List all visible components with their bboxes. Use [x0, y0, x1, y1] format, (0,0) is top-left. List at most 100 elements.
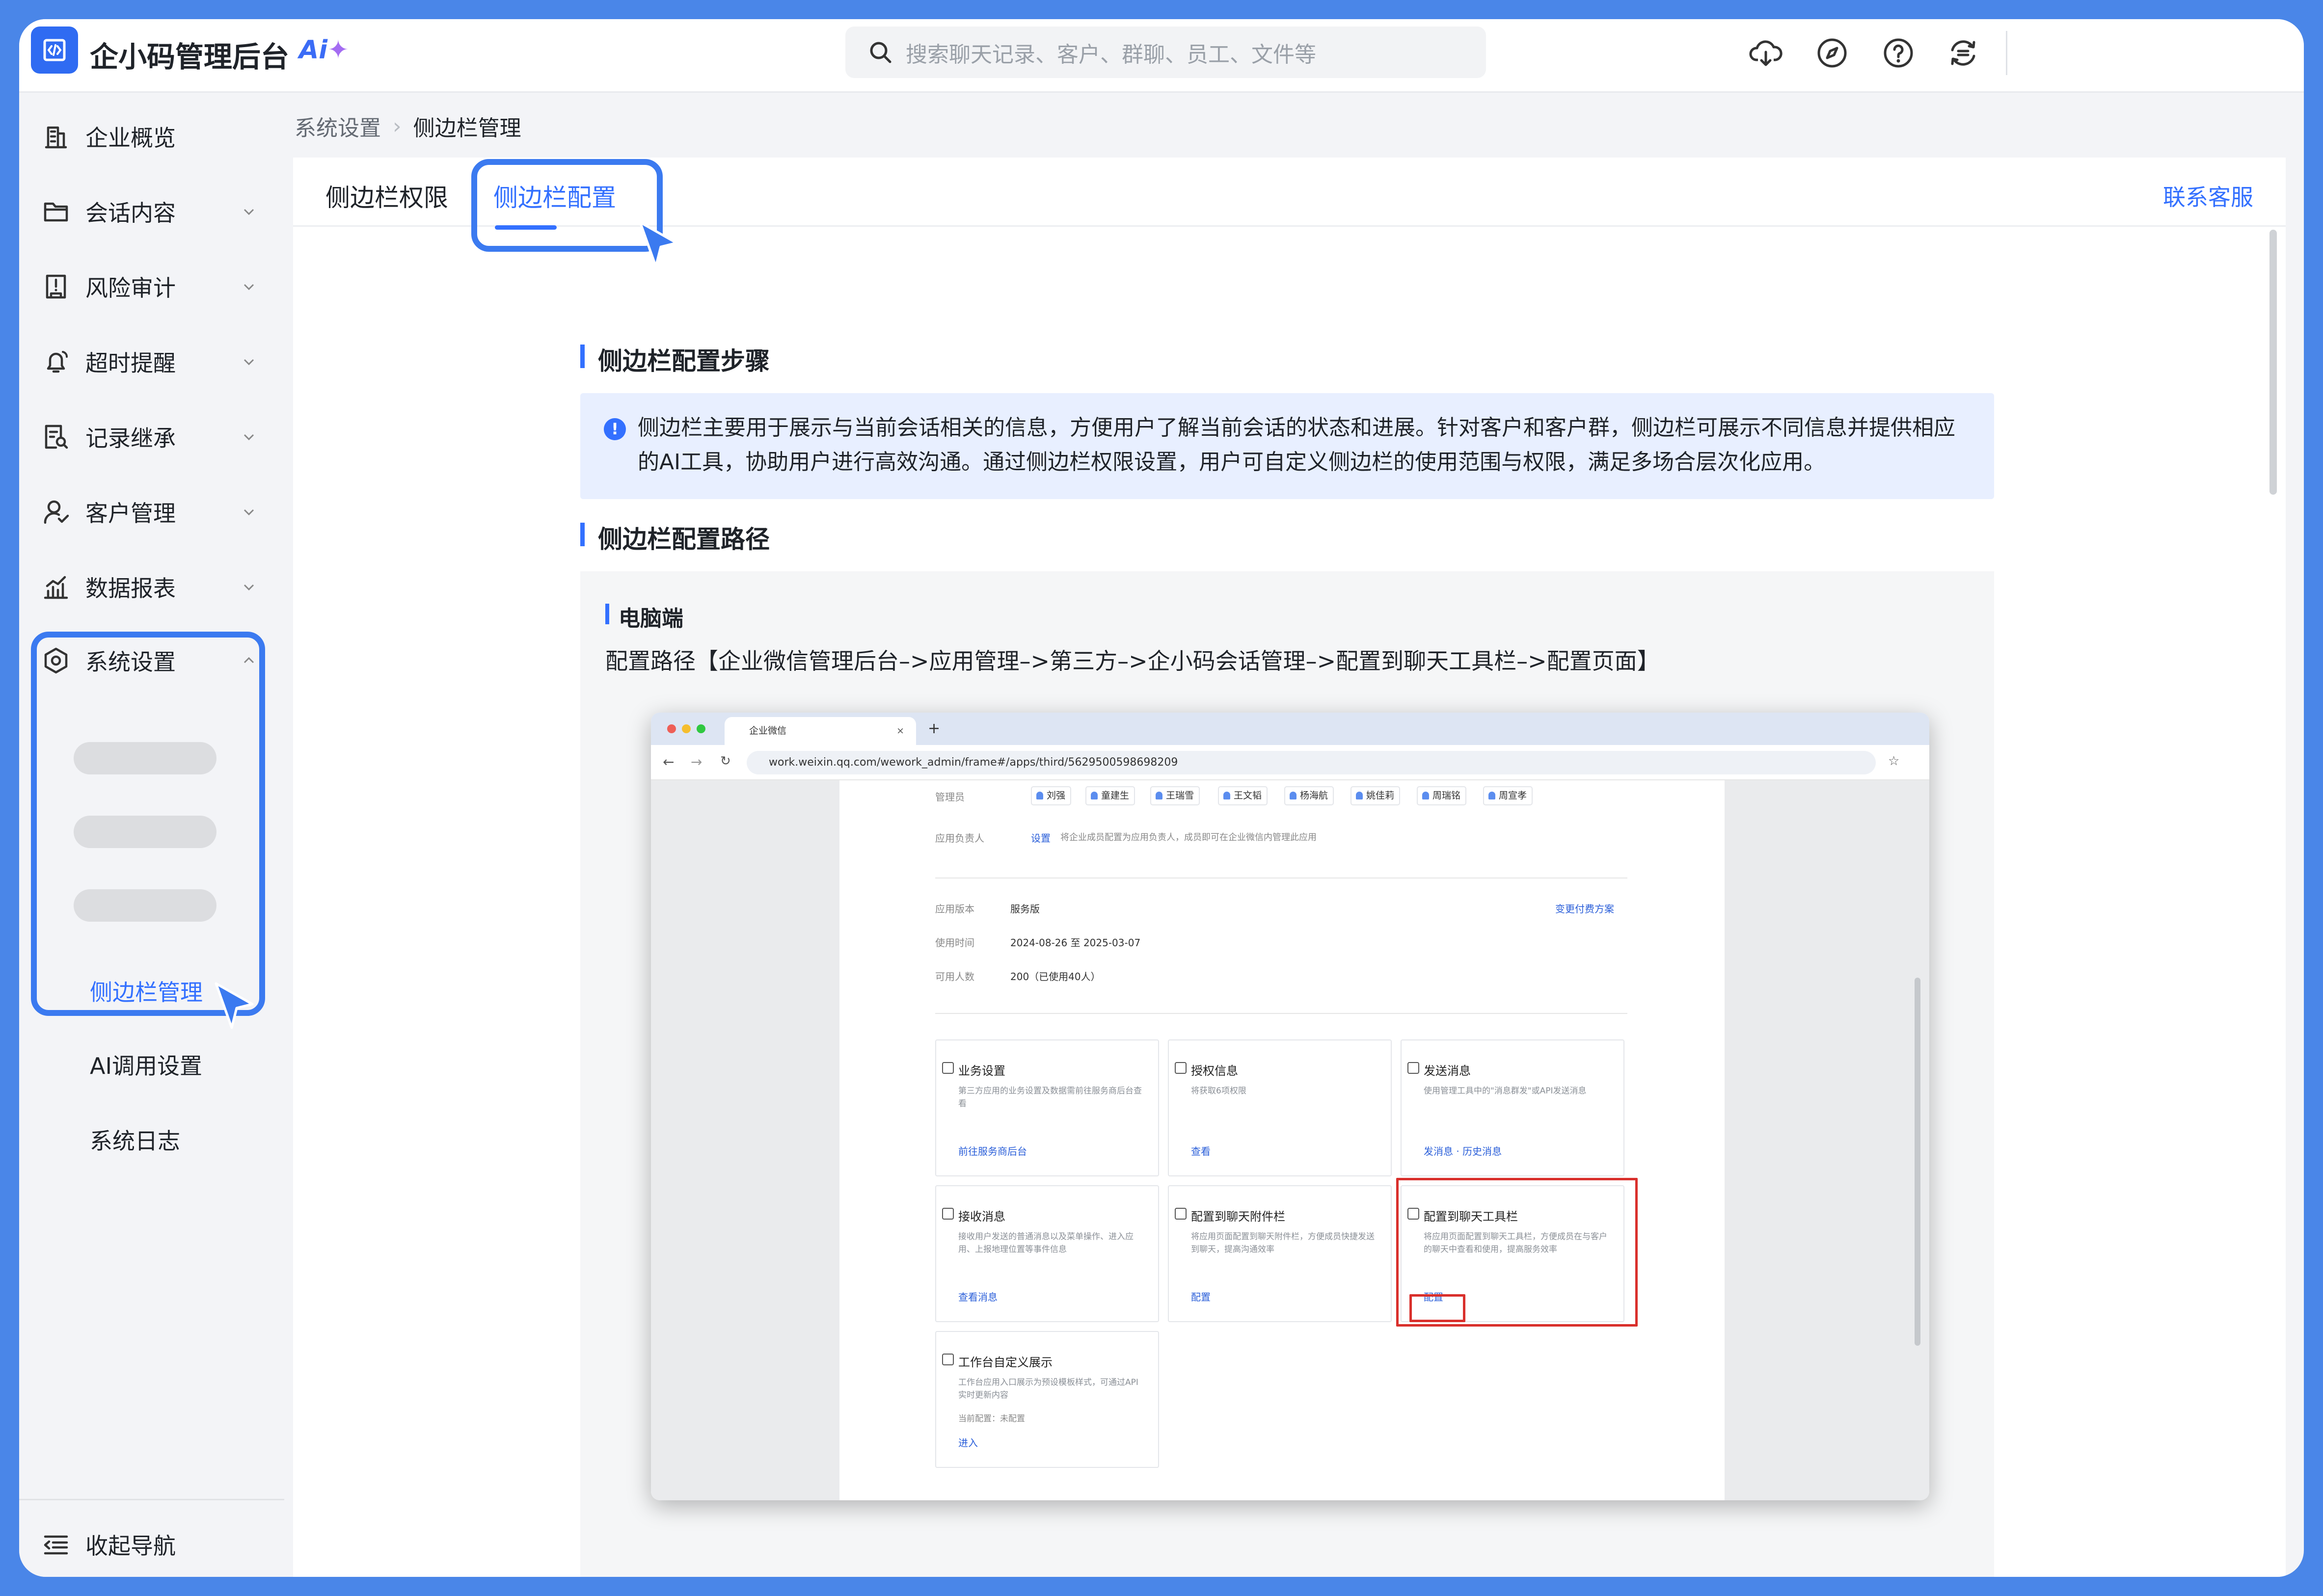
app-title: 企小码管理后台 [90, 40, 290, 74]
collapse-icon [44, 1535, 68, 1555]
card-title: 工作台自定义展示 [958, 1356, 1053, 1369]
version-label: 应用版本 [935, 903, 974, 915]
main-panel: 侧边栏权限 侧边栏配置 联系客服 侧边栏配置步骤 ! 侧边栏主要用于展示与当前会… [293, 158, 2286, 1577]
breadcrumb-separator-icon: › [393, 113, 402, 139]
auth-icon [1175, 1062, 1187, 1074]
screenshot-content: 管理员 刘强 童建生 王瑞雪 王文韬 杨海航 姚佳莉 周瑞铭 周宣孝 应用负责人… [839, 780, 1725, 1500]
search-bar[interactable]: 搜索聊天记录、客户、群聊、员工、文件等 [845, 27, 1486, 78]
admin-chip: 童建生 [1085, 786, 1135, 805]
admin-label: 管理员 [935, 791, 965, 803]
sidebar-item-overview[interactable]: 企业概览 [41, 110, 272, 162]
screenshot-divider [935, 1013, 1627, 1014]
breadcrumb: 系统设置 › 侧边栏管理 [295, 110, 521, 142]
send-icon [1407, 1062, 1419, 1074]
users-label: 可用人数 [935, 971, 974, 983]
admin-chip: 周宣孝 [1483, 786, 1533, 805]
tab-highlight-box [471, 159, 663, 252]
browser-tab-bar: 企业微信 × + [651, 713, 1929, 745]
red-highlight-configure [1409, 1294, 1465, 1322]
sidebar-item-reports[interactable]: 数据报表 [41, 561, 272, 612]
sync-icon[interactable] [1945, 35, 1981, 71]
workbench-icon [942, 1354, 954, 1365]
app-window: 企小码管理后台 Ai✦ 搜索聊天记录、客户、群聊、员工、文件等 企业概览 会话内… [19, 19, 2304, 1577]
collapse-nav-label: 收起导航 [85, 1533, 176, 1559]
close-dot-icon [667, 724, 676, 733]
sidebar-item-conversations[interactable]: 会话内容 [41, 186, 272, 237]
sidebar-item-risk-audit[interactable]: 风险审计 [41, 261, 272, 312]
app-logo[interactable] [31, 27, 78, 74]
contact-support-link[interactable]: 联系客服 [2163, 180, 2253, 212]
card-action: 前往服务商后台 [958, 1145, 1027, 1157]
sidebar-item-label: 客户管理 [85, 500, 176, 527]
chevron-down-icon [243, 209, 254, 215]
sidebar-item-label: 会话内容 [85, 199, 176, 226]
card-desc: 将获取6项权限 [1191, 1086, 1246, 1096]
help-icon[interactable] [1881, 35, 1916, 71]
grid-icon [942, 1062, 954, 1074]
admin-chip: 杨海航 [1284, 786, 1334, 805]
scrollbar[interactable] [2269, 230, 2277, 495]
sidebar-item-customer[interactable]: 客户管理 [41, 486, 272, 537]
sidebar-item-label: 企业概览 [85, 124, 176, 151]
chevron-down-icon [243, 584, 254, 590]
chevron-down-icon [243, 434, 254, 440]
card-title: 业务设置 [958, 1064, 1005, 1078]
embedded-screenshot: 企业微信 × + ← → ↻ work.weixin.qq.com/wework_… [651, 713, 1929, 1500]
search-placeholder: 搜索聊天记录、客户、群聊、员工、文件等 [906, 42, 1316, 67]
info-text: 侧边栏主要用于展示与当前会话相关的信息，方便用户了解当前会话的状态和进展。针对客… [638, 415, 1955, 475]
chevron-down-icon [243, 359, 254, 365]
maximize-dot-icon [697, 724, 705, 733]
feature-card: 发送消息 使用管理工具中的"消息群发"或API发送消息 发消息 · 历史消息 [1401, 1039, 1624, 1176]
compass-icon[interactable] [1814, 35, 1850, 71]
back-arrow-icon: ← [663, 754, 675, 770]
card-action: 配置 [1191, 1291, 1211, 1303]
admin-chip: 王文韬 [1218, 786, 1268, 805]
sidebar-item-label: 风险审计 [85, 274, 176, 301]
chart-icon [44, 576, 68, 599]
tab-sidebar-permissions[interactable]: 侧边栏权限 [325, 178, 448, 213]
sidebar-item-label: 数据报表 [85, 575, 176, 602]
card-title: 配置到聊天附件栏 [1191, 1210, 1285, 1224]
sidebar-item-timeout-reminder[interactable]: 超时提醒 [41, 336, 272, 387]
card-desc: 使用管理工具中的"消息群发"或API发送消息 [1424, 1086, 1587, 1096]
forward-arrow-icon: → [691, 754, 702, 770]
audit-icon [46, 274, 66, 298]
card-desc: 第三方应用的业务设置及数据需前往服务商后台查看 [958, 1086, 1142, 1109]
collapse-nav-button[interactable]: 收起导航 [41, 1528, 176, 1561]
feature-card: 业务设置 第三方应用的业务设置及数据需前往服务商后台查看 前往服务商后台 [935, 1039, 1159, 1176]
sidebar-subitem-ai-settings[interactable]: AI调用设置 [90, 1048, 202, 1081]
config-path-text: 配置路径【企业微信管理后台–>应用管理–>第三方–>企小码会话管理–>配置到聊天… [605, 648, 1660, 674]
search-icon [870, 42, 891, 63]
building-icon [45, 126, 67, 148]
new-tab-icon: + [928, 720, 941, 737]
record-icon [45, 425, 68, 449]
browser-tab: 企业微信 × [725, 717, 916, 745]
card-desc: 接收用户发送的普通消息以及菜单操作、进入应用、上报地理位置等事件信息 [958, 1232, 1134, 1254]
sidebar-item-record-inherit[interactable]: 记录继承 [41, 411, 272, 462]
path-box: 电脑端 配置路径【企业微信管理后台–>应用管理–>第三方–>企小码会话管理–>配… [580, 571, 1994, 1577]
topbar-divider [2006, 31, 2007, 75]
sidebar-item-label: 记录继承 [85, 425, 176, 452]
version-value: 服务版 [1010, 903, 1040, 915]
sidebar-subitem-system-log[interactable]: 系统日志 [90, 1123, 180, 1156]
url-field: work.weixin.qq.com/wework_admin/frame#/a… [747, 751, 1876, 774]
chevron-down-icon [243, 284, 254, 290]
breadcrumb-current: 侧边栏管理 [413, 116, 521, 141]
users-value: 200（已使用40人） [1010, 971, 1101, 983]
card-title: 发送消息 [1424, 1064, 1471, 1078]
time-value: 2024-08-26 至 2025-03-07 [1010, 937, 1141, 949]
star-icon: ☆ [1888, 754, 1900, 769]
browser-address-bar: ← → ↻ work.weixin.qq.com/wework_admin/fr… [651, 745, 1929, 780]
card-action: 发消息 · 历史消息 [1424, 1145, 1502, 1157]
info-alert: ! 侧边栏主要用于展示与当前会话相关的信息，方便用户了解当前会话的状态和进展。针… [580, 393, 1994, 499]
cloud-download-icon[interactable] [1748, 35, 1783, 71]
admin-chip: 王瑞雪 [1150, 786, 1200, 805]
card-action: 查看消息 [958, 1291, 998, 1303]
highlight-box [31, 632, 265, 1016]
minimize-dot-icon [682, 724, 691, 733]
card-desc: 工作台应用入口展示为预设模板样式，可通过API实时更新内容 [958, 1378, 1138, 1400]
customer-icon [44, 500, 69, 524]
reload-icon: ↻ [720, 754, 731, 769]
logo-icon [43, 39, 66, 61]
breadcrumb-item[interactable]: 系统设置 [295, 110, 381, 142]
